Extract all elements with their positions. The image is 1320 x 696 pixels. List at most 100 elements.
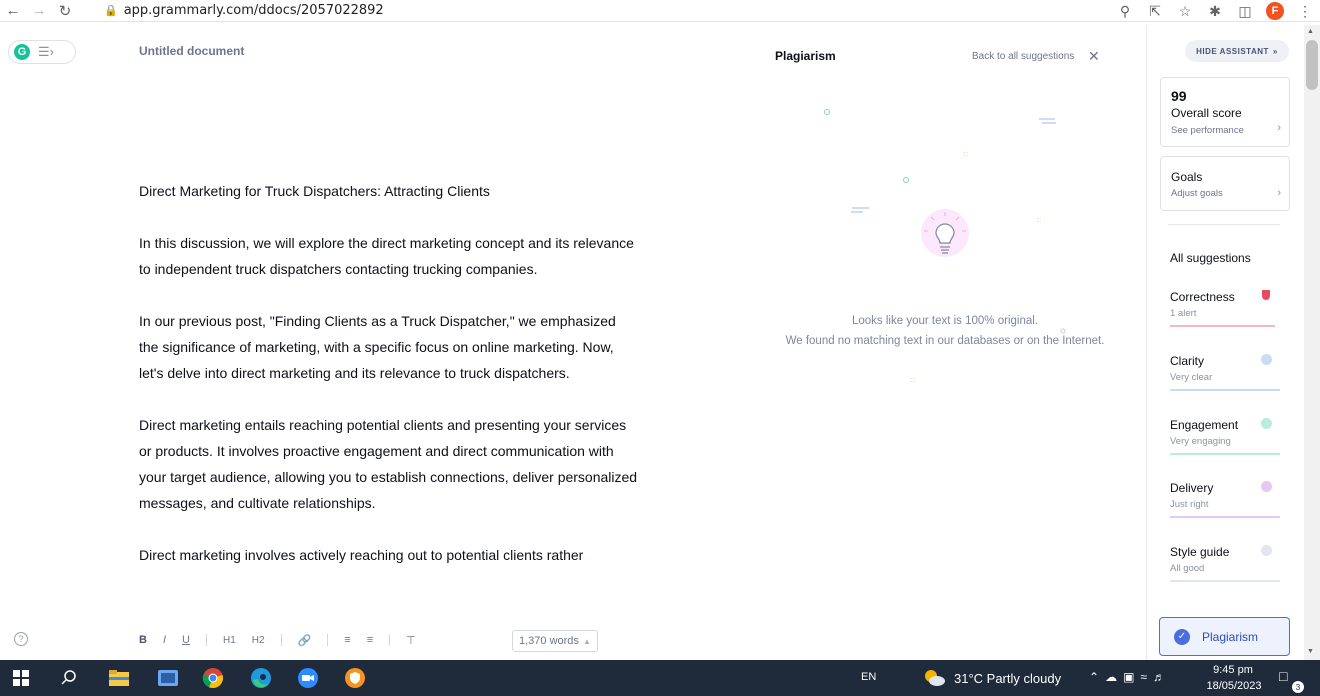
underline-button[interactable]: U [182,634,190,646]
word-count-button[interactable]: 1,370 words ▲ [512,630,598,652]
bookmark-star-icon[interactable]: ☆ [1170,0,1200,22]
bullet-list-icon[interactable]: ≡ [367,634,373,646]
back-to-suggestions-link[interactable]: Back to all suggestions [972,51,1074,62]
metric-style-guide[interactable]: Style guide All good [1170,545,1280,585]
chrome-icon[interactable] [202,667,224,689]
document-editor[interactable]: Direct Marketing for Truck Dispatchers: … [139,178,639,594]
close-icon[interactable]: ✕ [1088,48,1100,65]
plagiarism-result-detail: We found no matching text in our databas… [785,335,1105,347]
side-panel-icon[interactable]: ◫ [1230,0,1260,22]
reload-icon[interactable]: ↻ [52,0,78,22]
chevron-right-icon: › [1277,187,1281,199]
battery-icon[interactable]: ▣ [1123,670,1140,684]
toolbar-divider [327,634,329,646]
doc-paragraph: In this discussion, we will explore the … [139,235,634,277]
profile-avatar[interactable]: F [1266,2,1284,20]
scroll-up-arrow-icon[interactable]: ▲ [1307,28,1314,35]
zoom-app-icon[interactable] [297,667,319,689]
toolbar-divider [389,634,391,646]
cloud-sync-icon[interactable]: ☁ [1105,670,1123,684]
metric-name: Engagement [1170,418,1239,432]
check-circle-icon: ✓ [1174,628,1190,645]
back-arrow-icon[interactable]: ← [0,0,26,22]
clear-format-icon[interactable]: ⊤ [406,634,416,647]
wifi-icon[interactable]: ≈ [1140,670,1153,684]
sidebar-divider [1168,224,1280,225]
more-menu-icon[interactable]: ⋮ [1290,0,1320,22]
profile-avatar-wrap[interactable]: F [1260,0,1290,22]
double-chevron-right-icon: » [1272,46,1278,56]
help-icon[interactable]: ? [14,632,28,646]
overall-score-card[interactable]: 99 Overall score See performance › [1160,77,1290,147]
metric-correctness[interactable]: Correctness 1 alert [1170,290,1280,330]
zoom-icon[interactable]: ⚲ [1110,0,1140,22]
hide-assistant-label: HIDE ASSISTANT [1196,46,1269,56]
file-explorer-icon[interactable] [108,667,130,689]
italic-button[interactable]: I [163,634,166,646]
metric-name: Delivery [1170,481,1214,495]
all-suggestions-item[interactable]: All suggestions [1170,251,1251,265]
windows-start-icon[interactable] [10,667,32,689]
hide-assistant-button[interactable]: HIDE ASSISTANT » [1185,40,1289,62]
lock-icon: 🔒 [104,4,118,17]
metric-status: Very clear [1170,372,1213,383]
menu-icon: ☰› [38,44,54,59]
metric-bar [1170,580,1280,582]
heading2-button[interactable]: H2 [252,635,265,646]
check-circle-icon [1261,481,1272,492]
metric-status: Just right [1170,499,1209,510]
plagiarism-button[interactable]: ✓ Plagiarism [1159,617,1290,656]
plagiarism-result-message: Looks like your text is 100% original. [851,315,1038,327]
plagiarism-button-label: Plagiarism [1202,629,1259,644]
scroll-down-arrow-icon[interactable]: ▼ [1307,648,1314,655]
doc-paragraph: Direct marketing involves actively reach… [139,547,584,563]
share-icon[interactable]: ⇱ [1140,0,1170,22]
link-icon[interactable]: 🔗 [298,634,312,647]
clock-date[interactable]: 18/05/2023 [1205,680,1263,692]
numbered-list-icon[interactable]: ≡ [344,634,350,646]
app-window-icon[interactable] [157,667,179,689]
weather-text[interactable]: 31°C Partly cloudy [954,671,1061,686]
vpn-app-icon[interactable] [344,667,366,689]
overall-score-label: Overall score [1171,106,1242,120]
word-count-label: 1,370 words [519,635,579,647]
metric-engagement[interactable]: Engagement Very engaging [1170,418,1280,458]
search-icon[interactable] [58,667,80,689]
extensions-icon[interactable]: ✱ [1200,0,1230,22]
goals-card[interactable]: Goals Adjust goals › [1160,156,1290,211]
metric-name: Correctness [1170,290,1235,304]
clock-time[interactable]: 9:45 pm [1213,664,1253,676]
metric-delivery[interactable]: Delivery Just right [1170,481,1280,521]
browser-toolbar: ← → ↻ 🔒 app.grammarly.com/ddocs/20570228… [0,0,1320,22]
document-title[interactable]: Untitled document [139,44,244,58]
chevron-up-icon[interactable]: ⌃ [1089,670,1105,684]
metric-clarity[interactable]: Clarity Very clear [1170,354,1280,394]
format-toolbar: B I U H1 H2 🔗 ≡ ≡ ⊤ [139,630,416,650]
grammarly-menu-pill[interactable]: G ☰› [8,40,76,64]
plagiarism-panel-title: Plagiarism [775,49,836,63]
address-bar[interactable]: 🔒 app.grammarly.com/ddocs/2057022892 [104,0,384,20]
partly-cloudy-icon[interactable] [922,668,946,688]
svg-text:::: :: [1036,215,1041,224]
edge-icon[interactable] [250,667,272,689]
language-indicator[interactable]: EN [861,671,876,683]
metric-bar [1170,389,1280,391]
bold-button[interactable]: B [139,634,147,646]
check-circle-icon [1261,354,1272,365]
volume-icon[interactable]: ♬ [1153,670,1171,684]
heading1-button[interactable]: H1 [223,635,236,646]
metric-bar [1170,516,1280,518]
lightbulb-illustration: :: :: :: [824,109,1066,384]
page-scrollbar[interactable] [1304,25,1320,660]
system-tray-icons[interactable]: ⌃☁▣≈♬ [1089,670,1171,684]
chevron-right-icon: › [1277,122,1281,134]
check-circle-icon [1261,545,1272,556]
metric-name: Clarity [1170,354,1205,368]
forward-arrow-icon[interactable]: → [26,0,52,22]
scrollbar-thumb[interactable] [1306,40,1318,90]
metric-bar [1170,453,1280,455]
metric-name: Style guide [1170,545,1230,559]
grammarly-logo-icon: G [14,44,30,60]
metric-status: Very engaging [1170,436,1231,447]
adjust-goals-link: Adjust goals [1171,188,1223,199]
